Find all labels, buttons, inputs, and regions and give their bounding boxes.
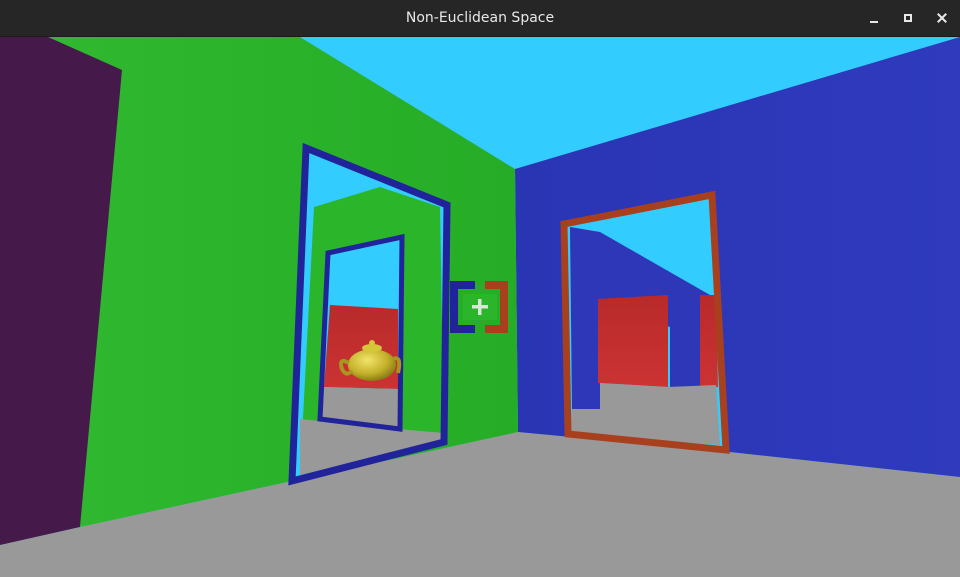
blue-portal[interactable]: [288, 142, 451, 486]
title-bar[interactable]: Non-Euclidean Space: [0, 0, 960, 37]
close-icon[interactable]: [930, 6, 954, 30]
crosshair-horizontal: [472, 305, 488, 309]
orange-portal[interactable]: [560, 190, 730, 454]
scene-canvas[interactable]: [0, 37, 960, 577]
minimize-icon[interactable]: [862, 6, 886, 30]
maximize-icon[interactable]: [896, 6, 920, 30]
orange-portal-red-wall: [598, 295, 668, 387]
window-title: Non-Euclidean Space: [405, 10, 555, 26]
app-window: Non-Euclidean Space: [0, 0, 960, 577]
game-viewport[interactable]: [0, 37, 960, 577]
